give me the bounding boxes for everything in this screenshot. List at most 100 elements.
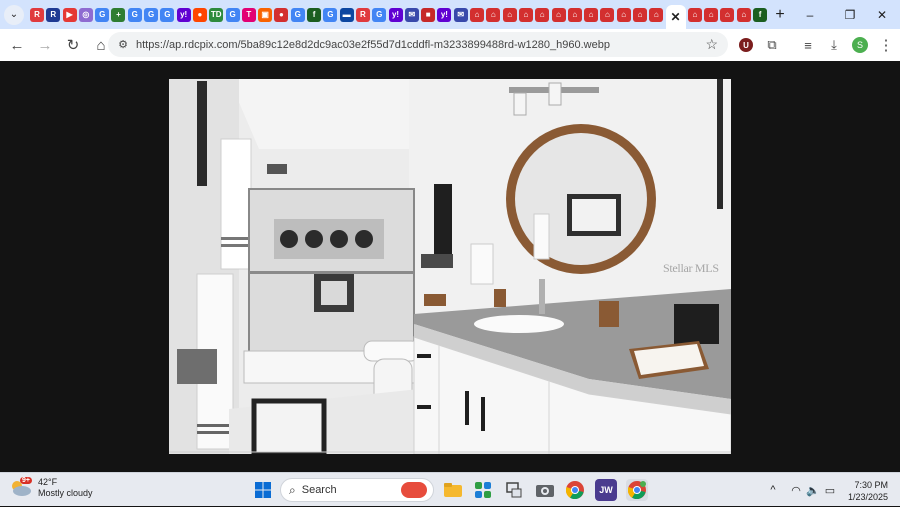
yahoo-icon: y! — [180, 9, 188, 19]
tab-item[interactable]: ⌂ — [486, 7, 501, 22]
house-listing-icon: ⌂ — [692, 9, 698, 19]
tab-search-button[interactable]: ⌄ — [4, 4, 24, 25]
media-control-icon[interactable]: ≡ — [796, 29, 820, 61]
google-icon: G — [131, 9, 138, 19]
tab-item[interactable]: + — [111, 7, 126, 22]
tab-item[interactable]: ⌂ — [704, 7, 719, 22]
camera-app-icon[interactable] — [534, 479, 556, 501]
taskbar-search-input[interactable]: ⌕ Search — [280, 478, 434, 502]
google-icon: G — [229, 9, 236, 19]
tab-item[interactable]: f — [753, 7, 768, 22]
close-window-button[interactable]: ✕ — [864, 0, 900, 29]
tab-item[interactable]: G — [225, 7, 240, 22]
house-listing-icon: ⌂ — [523, 9, 529, 19]
tab-item[interactable]: ⌂ — [616, 7, 631, 22]
house-listing-icon: ⌂ — [507, 9, 513, 19]
tab-item[interactable]: ⌂ — [687, 7, 702, 22]
house-listing-icon: ⌂ — [708, 9, 714, 19]
tab-item[interactable]: G — [290, 7, 305, 22]
tab-item[interactable]: ⌂ — [518, 7, 533, 22]
address-bar[interactable]: ⚙ https://ap.rdcpix.com/5ba89c12e8d2dc9a… — [108, 32, 728, 57]
chrome-icon[interactable] — [564, 479, 586, 501]
close-icon[interactable]: ✕ — [671, 11, 681, 23]
tab-item[interactable]: ✉ — [404, 7, 419, 22]
download-icon[interactable]: ⤓ — [822, 29, 846, 61]
reload-button[interactable]: ↻ — [60, 32, 86, 58]
tab-item[interactable]: ⌂ — [470, 7, 485, 22]
profile-button[interactable]: S — [848, 29, 872, 61]
house-listing-icon: ⌂ — [604, 9, 610, 19]
tab-item[interactable]: ⌂ — [600, 7, 615, 22]
menu-kebab-icon[interactable]: ⋮ — [874, 29, 898, 61]
volume-icon[interactable]: 🔈 — [804, 473, 822, 507]
tab-active[interactable]: ✕ — [665, 4, 686, 29]
minimize-button[interactable]: – — [792, 0, 828, 29]
youtube-icon: ▶ — [66, 9, 73, 19]
avatar: S — [852, 37, 868, 53]
tab-item[interactable]: ◎ — [78, 7, 93, 22]
bookmark-star-icon[interactable]: ☆ — [705, 36, 718, 53]
house-listing-icon: ⌂ — [556, 9, 561, 19]
tab-item[interactable]: y! — [437, 7, 452, 22]
back-button[interactable]: ← — [4, 32, 30, 58]
bathroom-photo[interactable]: Stellar MLS — [169, 79, 731, 454]
tab-item[interactable]: R — [46, 7, 61, 22]
battery-icon[interactable]: ▭ — [822, 473, 838, 507]
tab-item[interactable]: T — [241, 7, 256, 22]
tab-item[interactable]: R — [30, 7, 44, 22]
tab-item[interactable]: ▶ — [62, 7, 77, 22]
tab-item[interactable]: ⌂ — [502, 7, 517, 22]
realtor-r-icon: R — [34, 9, 40, 19]
tab-list: R R ▶ ◎ G + G G Gy! ● TD G T ▣ ● Gf G ▬ R Gy! ✉ ■ y! ✉ ⌂ ⌂ ⌂ ⌂ ⌂ ⌂ ⌂ ⌂ ⌂… — [30, 1, 769, 29]
tab-item[interactable]: ⌂ — [535, 7, 550, 22]
tray-overflow-chevron-icon[interactable]: ^ — [766, 473, 780, 507]
start-icon[interactable] — [252, 479, 274, 501]
forward-button[interactable]: → — [32, 32, 58, 58]
tab-item[interactable]: ✉ — [453, 7, 468, 22]
site-info-icon[interactable]: ⚙ — [112, 38, 134, 51]
plus-app-icon: + — [116, 9, 121, 19]
wifi-icon[interactable]: ◠ — [788, 473, 804, 507]
tab-item[interactable]: ■ — [421, 7, 436, 22]
tab-item[interactable]: G — [95, 7, 110, 22]
tab-item[interactable]: ⌂ — [720, 7, 735, 22]
tab-item[interactable]: ▣ — [258, 7, 273, 22]
jw-app-icon[interactable]: JW — [595, 479, 617, 501]
notification-badge: 9+ — [20, 477, 32, 484]
tab-item[interactable]: G — [323, 7, 338, 22]
tab-item[interactable]: TD — [209, 7, 224, 22]
file-explorer-icon[interactable] — [442, 479, 464, 501]
extension-u-button[interactable]: U — [734, 29, 758, 61]
windows-taskbar: 9+ 42°F Mostly cloudy ⌕ Search JW ^ ◠ 🔈 … — [0, 472, 900, 506]
tab-item[interactable]: ⌂ — [567, 7, 582, 22]
tab-item[interactable]: G — [372, 7, 387, 22]
tab-item[interactable]: R — [355, 7, 370, 22]
chrome-profile-icon[interactable] — [626, 479, 648, 501]
tab-item[interactable]: ⌂ — [551, 7, 566, 22]
tab-item[interactable]: G — [160, 7, 175, 22]
system-clock[interactable]: 7:30 PM 1/23/2025 — [848, 479, 888, 503]
tab-item[interactable]: G — [144, 7, 159, 22]
tab-item[interactable]: ● — [192, 7, 207, 22]
tab-item[interactable]: ● — [274, 7, 289, 22]
camera-icon: ◎ — [82, 9, 90, 19]
address-url[interactable]: https://ap.rdcpix.com/5ba89c12e8d2dc9ac0… — [136, 39, 610, 51]
device-app-icon[interactable] — [503, 479, 525, 501]
new-tab-button[interactable]: + — [775, 6, 784, 24]
extensions-puzzle-icon[interactable]: ⧉ — [760, 29, 784, 61]
restore-button[interactable]: ❐ — [832, 0, 868, 29]
tab-item[interactable]: G — [127, 7, 142, 22]
weather-widget[interactable]: 9+ 42°F Mostly cloudy — [10, 477, 93, 499]
tab-item[interactable]: ⌂ — [584, 7, 599, 22]
widgets-app-icon[interactable] — [472, 479, 494, 501]
tab-item[interactable]: ▬ — [339, 7, 354, 22]
tab-item[interactable]: y! — [388, 7, 403, 22]
tab-item[interactable]: y! — [176, 7, 191, 22]
house-listing-icon: ⌂ — [637, 9, 643, 19]
tab-item[interactable]: ⌂ — [736, 7, 751, 22]
tab-item[interactable]: ⌂ — [632, 7, 647, 22]
google-icon: G — [99, 9, 106, 19]
tab-item[interactable]: ⌂ — [649, 7, 664, 22]
red-square-icon: ■ — [425, 9, 431, 19]
tab-item[interactable]: f — [307, 7, 322, 22]
